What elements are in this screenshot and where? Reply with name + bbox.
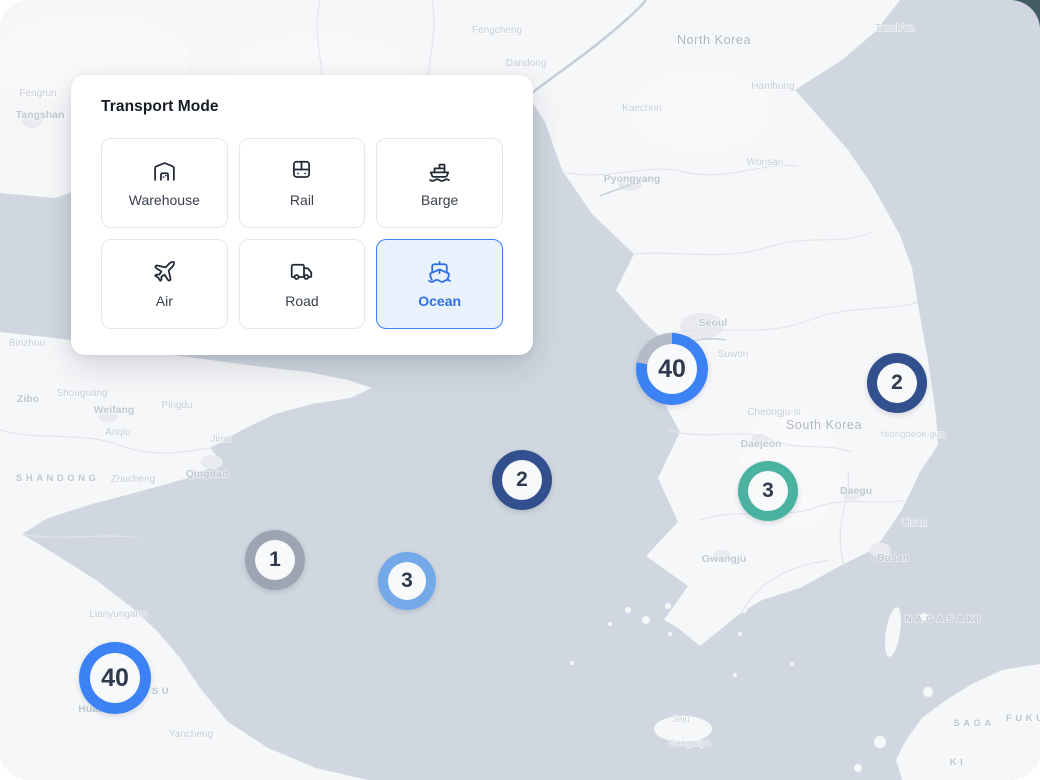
marker-count: 3 [388,562,426,600]
map-cluster-marker[interactable]: 3 [378,552,436,610]
mode-label: Air [156,293,173,309]
mode-label: Ocean [418,293,461,309]
mode-warehouse-button[interactable]: Warehouse [101,138,228,228]
air-icon [152,259,177,284]
mode-ocean-button[interactable]: Ocean [376,239,503,329]
mode-air-button[interactable]: Air [101,239,228,329]
map-cluster-marker[interactable]: 40 [79,642,151,714]
mode-label: Road [285,293,318,309]
transport-mode-panel: Transport Mode Warehouse Rail Barge Air Road… [71,75,533,355]
ocean-icon [427,259,452,284]
marker-count: 40 [647,344,697,394]
marker-count: 3 [748,471,788,511]
mode-label: Rail [290,192,314,208]
map-cluster-marker[interactable]: 1 [245,530,305,590]
map-cluster-marker[interactable]: 2 [492,450,552,510]
warehouse-icon [152,158,177,183]
road-icon [289,259,314,284]
transport-mode-grid: Warehouse Rail Barge Air Road Ocean [101,138,503,329]
logistics-map-screen: FengchengDandongNorth KoreaTanch'onHamhu… [0,0,1040,780]
marker-count: 2 [877,363,917,403]
map-card: FengchengDandongNorth KoreaTanch'onHamhu… [0,0,1040,780]
mode-label: Warehouse [129,192,200,208]
rail-icon [289,158,314,183]
panel-title: Transport Mode [101,98,503,116]
mode-barge-button[interactable]: Barge [376,138,503,228]
barge-icon [427,158,452,183]
marker-count: 40 [90,653,140,703]
marker-count: 2 [502,460,542,500]
map-cluster-marker[interactable]: 3 [738,461,798,521]
map-cluster-marker[interactable]: 40 [636,333,708,405]
mode-rail-button[interactable]: Rail [239,138,366,228]
map-cluster-marker[interactable]: 2 [867,353,927,413]
mode-label: Barge [421,192,458,208]
mode-road-button[interactable]: Road [239,239,366,329]
marker-count: 1 [255,540,295,580]
